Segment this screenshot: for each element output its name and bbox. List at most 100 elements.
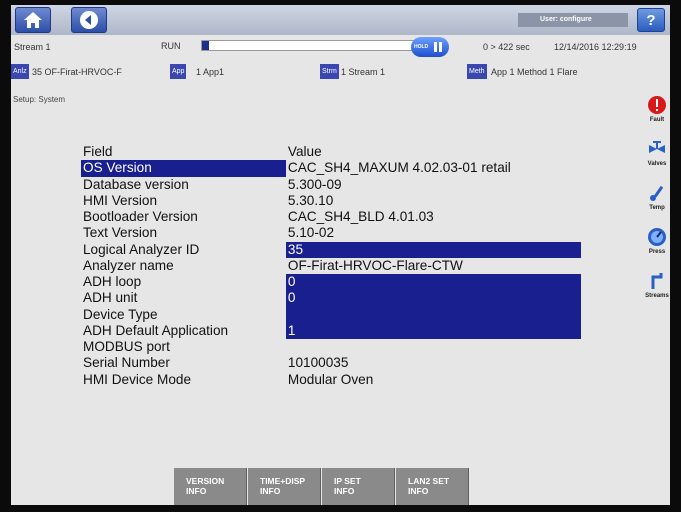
info-row: Anlz 35 OF-Firat-HRVOC-F App 1 App1 Strm… [11, 63, 670, 83]
field-cell: Analyzer name [83, 257, 174, 273]
app-tag[interactable]: App [170, 64, 187, 79]
value-cell: CAC_SH4_MAXUM 4.02.03-01 retail [287, 160, 511, 176]
softkey-line2: INFO [334, 486, 355, 496]
time-disp-info-button[interactable]: TIME+DISP INFO [248, 468, 321, 505]
editable-value-cell[interactable] [285, 306, 581, 323]
editable-value-cell[interactable]: 35 [285, 241, 581, 258]
method-value: App 1 Method 1 Flare [491, 67, 578, 77]
sidebar-label: Valves [647, 161, 667, 167]
table-row[interactable]: HMI Version 5.30.10 [81, 193, 581, 209]
method-tag[interactable]: Meth [467, 64, 487, 79]
field-cell: Device Type [83, 306, 158, 322]
back-button[interactable] [71, 7, 107, 33]
streams-icon [651, 273, 663, 289]
editable-value-cell[interactable]: 0 [285, 274, 581, 291]
analyzer-tag[interactable]: Anlz [11, 64, 29, 79]
thermometer-icon [650, 185, 664, 201]
softkey-line2: INFO [408, 486, 429, 496]
field-cell: Serial Number [83, 355, 170, 371]
field-cell: HMI Device Mode [83, 371, 192, 387]
help-button[interactable]: ? [637, 8, 665, 32]
value-cell: 5.30.10 [287, 192, 334, 208]
field-cell: ADH unit [83, 290, 138, 306]
hold-label: HOLD [414, 44, 429, 50]
pressure-gauge-icon [648, 228, 666, 246]
table-row[interactable]: ADH unit 0 [81, 290, 581, 307]
field-cell: ADH Default Application [83, 322, 229, 338]
editable-value-cell[interactable]: 1 [285, 322, 581, 339]
status-row: Stream 1 RUN HOLD 0 > 422 sec 12/14/2016… [11, 37, 670, 59]
table-row[interactable]: HMI Device Mode Modular Oven [81, 372, 581, 388]
top-bar: User: configure ? [11, 5, 670, 35]
sidebar-item-streams[interactable]: Streams [644, 269, 670, 313]
table-row[interactable]: MODBUS port [81, 339, 581, 355]
sidebar-item-temp[interactable]: Temp [644, 181, 670, 225]
pause-icon [434, 42, 442, 52]
valves-icon [649, 141, 665, 153]
field-cell: Logical Analyzer ID [83, 241, 200, 257]
sidebar-item-press[interactable]: Press [644, 225, 670, 269]
softkey-line1: TIME+DISP [260, 476, 306, 486]
breadcrumb: Setup: System [13, 95, 66, 104]
cycle-timer: 0 > 422 sec [483, 42, 530, 52]
hmi-screen: User: configure ? Stream 1 RUN HOLD 0 > … [11, 5, 670, 505]
value-cell: Modular Oven [287, 371, 374, 387]
run-progress-bar [201, 40, 423, 51]
softkey-line1: IP SET [334, 476, 361, 486]
value-cell: 5.300-09 [287, 176, 342, 192]
field-cell: HMI Version [83, 192, 158, 208]
table-row[interactable]: ADH loop 0 [81, 274, 581, 291]
sidebar-label: Streams [645, 293, 669, 299]
softkey-bar: VERSION INFO TIME+DISP INFO IP SET INFO … [11, 468, 670, 505]
table-row[interactable]: Text Version 5.10-02 [81, 225, 581, 241]
sidebar-label: Press [648, 249, 666, 255]
lan2-set-info-button[interactable]: LAN2 SET INFO [396, 468, 469, 505]
table-row[interactable]: Database version 5.300-09 [81, 177, 581, 193]
run-progress-fill [202, 41, 209, 50]
table-row[interactable]: Analyzer name OF-Firat-HRVOC-Flare-CTW [81, 258, 581, 274]
field-cell: Bootloader Version [83, 209, 198, 225]
sidebar-label: Fault [649, 117, 665, 123]
table-row[interactable]: OS Version CAC_SH4_MAXUM 4.02.03-01 reta… [81, 160, 581, 177]
stream-tag[interactable]: Strm [320, 64, 339, 79]
version-info-button[interactable]: VERSION INFO [174, 468, 247, 505]
fault-icon [648, 96, 666, 114]
field-column-header: Field [83, 144, 113, 160]
ip-set-info-button[interactable]: IP SET INFO [322, 468, 395, 505]
home-icon [24, 12, 42, 28]
softkey-line2: INFO [186, 486, 207, 496]
value-cell [286, 339, 581, 355]
app-value: 1 App1 [196, 67, 225, 77]
hold-button[interactable]: HOLD [411, 37, 449, 57]
value-cell: OF-Firat-HRVOC-Flare-CTW [287, 257, 463, 273]
back-arrow-icon [80, 11, 98, 29]
table-row[interactable]: Device Type [81, 306, 581, 323]
sidebar-label: Temp [649, 205, 665, 211]
sidebar-item-fault[interactable]: Fault [644, 93, 670, 137]
field-cell: Database version [83, 176, 189, 192]
value-cell: 5.10-02 [287, 225, 335, 241]
sidebar-item-valves[interactable]: Valves [644, 137, 670, 181]
value-cell: CAC_SH4_BLD 4.01.03 [287, 209, 434, 225]
right-sidebar: Fault Valves Temp Press Streams [644, 93, 670, 313]
field-cell: OS Version [81, 160, 286, 177]
table-row[interactable]: ADH Default Application 1 [81, 322, 581, 339]
system-info-table: Field Value OS Version CAC_SH4_MAXUM 4.0… [81, 144, 581, 388]
stream-name: Stream 1 [14, 42, 51, 52]
softkey-line1: VERSION [186, 476, 225, 486]
table-row[interactable]: Logical Analyzer ID 35 [81, 241, 581, 258]
softkey-line1: LAN2 SET [408, 476, 450, 486]
editable-value-cell[interactable]: 0 [285, 290, 581, 307]
value-column-header: Value [287, 144, 322, 160]
table-row[interactable]: Serial Number 10100035 [81, 355, 581, 371]
field-cell: MODBUS port [83, 339, 170, 355]
field-cell: ADH loop [83, 274, 142, 290]
analyzer-value: 35 OF-Firat-HRVOC-F [32, 67, 122, 77]
table-header: Field Value [81, 144, 581, 160]
field-cell: Text Version [83, 225, 158, 241]
home-button[interactable] [15, 7, 51, 33]
user-label: User: configure [518, 13, 628, 27]
table-row[interactable]: Bootloader Version CAC_SH4_BLD 4.01.03 [81, 209, 581, 225]
stream-value: 1 Stream 1 [341, 67, 386, 77]
value-cell: 10100035 [287, 355, 349, 371]
